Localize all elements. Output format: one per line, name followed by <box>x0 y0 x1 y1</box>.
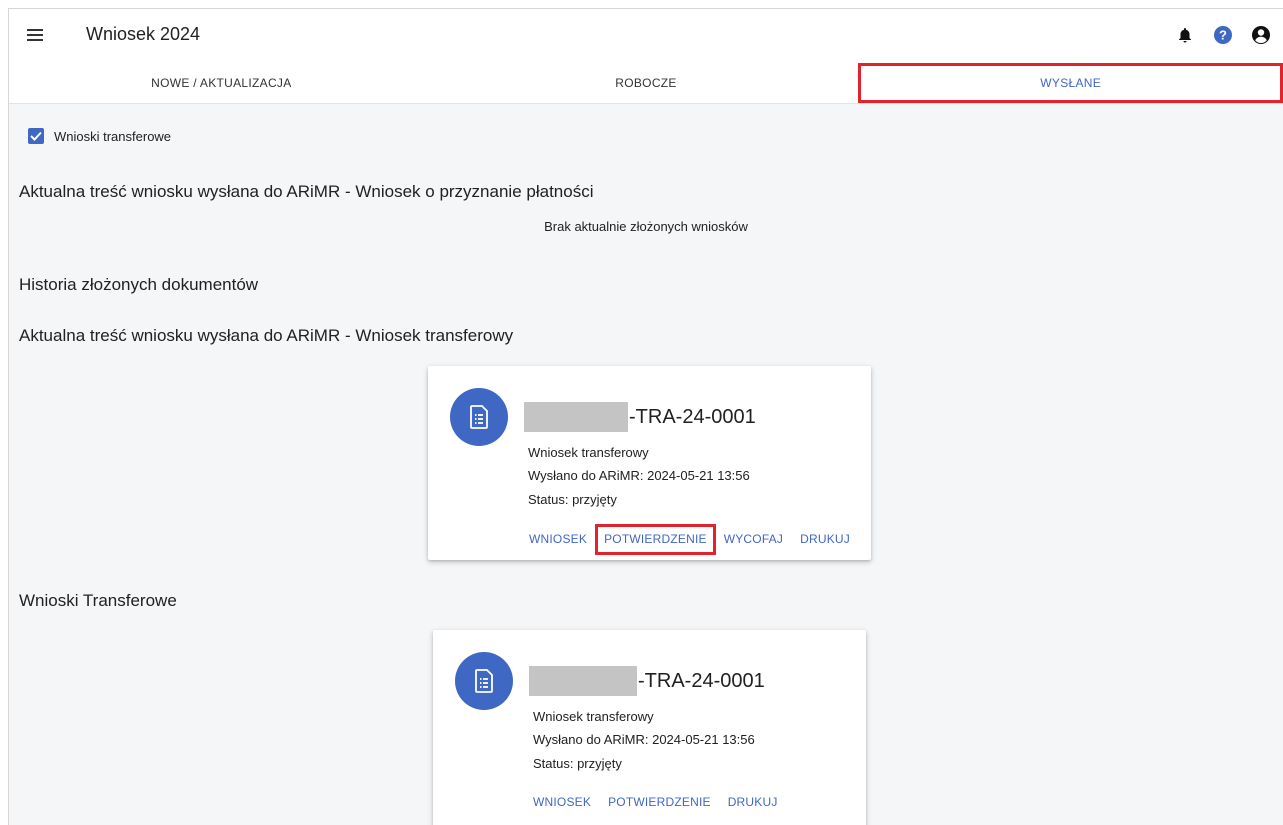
print-button[interactable]: DRUKUJ <box>720 791 786 813</box>
print-button[interactable]: DRUKUJ <box>792 528 858 550</box>
document-icon <box>455 652 513 710</box>
document-number: -TRA-24-0001 <box>629 406 756 428</box>
account-icon[interactable] <box>1251 25 1271 45</box>
document-card: -TRA-24-0001 Wniosek transferowy Wysłano… <box>433 630 866 825</box>
tab-drafts[interactable]: ROBOCZE <box>434 63 859 103</box>
svg-text:?: ? <box>1219 28 1227 43</box>
menu-icon[interactable] <box>27 29 43 43</box>
top-app-bar: Wniosek 2024 ? <box>9 9 1283 63</box>
history-section-title: Historia złożonych dokumentów <box>19 275 259 294</box>
sent-date: Wysłano do ARiMR: 2024-05-21 13:56 <box>528 468 750 483</box>
document-icon <box>450 388 508 446</box>
transfer-section-title: Aktualna treść wniosku wysłana do ARiMR … <box>19 326 514 345</box>
confirmation-button[interactable]: POTWIERDZENIE <box>595 524 716 555</box>
card-actions: WNIOSEK POTWIERDZENIE DRUKUJ <box>525 791 787 813</box>
page-title: Wniosek 2024 <box>86 24 201 44</box>
open-application-button[interactable]: WNIOSEK <box>521 528 595 550</box>
document-type: Wniosek transferowy <box>533 709 654 724</box>
help-icon[interactable]: ? <box>1213 25 1233 45</box>
document-card: -TRA-24-0001 Wniosek transferowy Wysłano… <box>428 366 871 560</box>
empty-message: Brak aktualnie złożonych wniosków <box>544 219 748 234</box>
tab-new-update[interactable]: NOWE / AKTUALIZACJA <box>9 63 434 103</box>
redacted-id <box>524 402 628 432</box>
document-status: Status: przyjęty <box>533 756 622 771</box>
toolbar-icons: ? <box>1157 25 1271 45</box>
open-application-button[interactable]: WNIOSEK <box>525 791 599 813</box>
card-actions: WNIOSEK POTWIERDZENIE WYCOFAJ DRUKUJ <box>521 524 859 555</box>
transfer-filter: Wnioski transferowe <box>28 128 171 144</box>
transfers-section-title: Wnioski Transferowe <box>19 591 177 610</box>
app-frame: Wniosek 2024 ? NOWE / AKTUALIZACJA ROBOC… <box>8 8 1283 825</box>
transfer-filter-label: Wnioski transferowe <box>54 128 172 144</box>
confirmation-button[interactable]: POTWIERDZENIE <box>600 791 719 813</box>
document-number: -TRA-24-0001 <box>638 670 765 692</box>
sent-date: Wysłano do ARiMR: 2024-05-21 13:56 <box>533 732 755 747</box>
document-status: Status: przyjęty <box>528 492 617 507</box>
payment-section-title: Aktualna treść wniosku wysłana do ARiMR … <box>19 182 594 201</box>
tab-sent[interactable]: WYSŁANE <box>858 63 1283 103</box>
transfer-filter-checkbox[interactable] <box>28 128 44 144</box>
document-type: Wniosek transferowy <box>528 445 649 460</box>
bell-icon[interactable] <box>1175 25 1195 45</box>
redacted-id <box>529 666 637 696</box>
tab-bar: NOWE / AKTUALIZACJA ROBOCZE WYSŁANE <box>9 63 1283 104</box>
withdraw-button[interactable]: WYCOFAJ <box>716 528 791 550</box>
